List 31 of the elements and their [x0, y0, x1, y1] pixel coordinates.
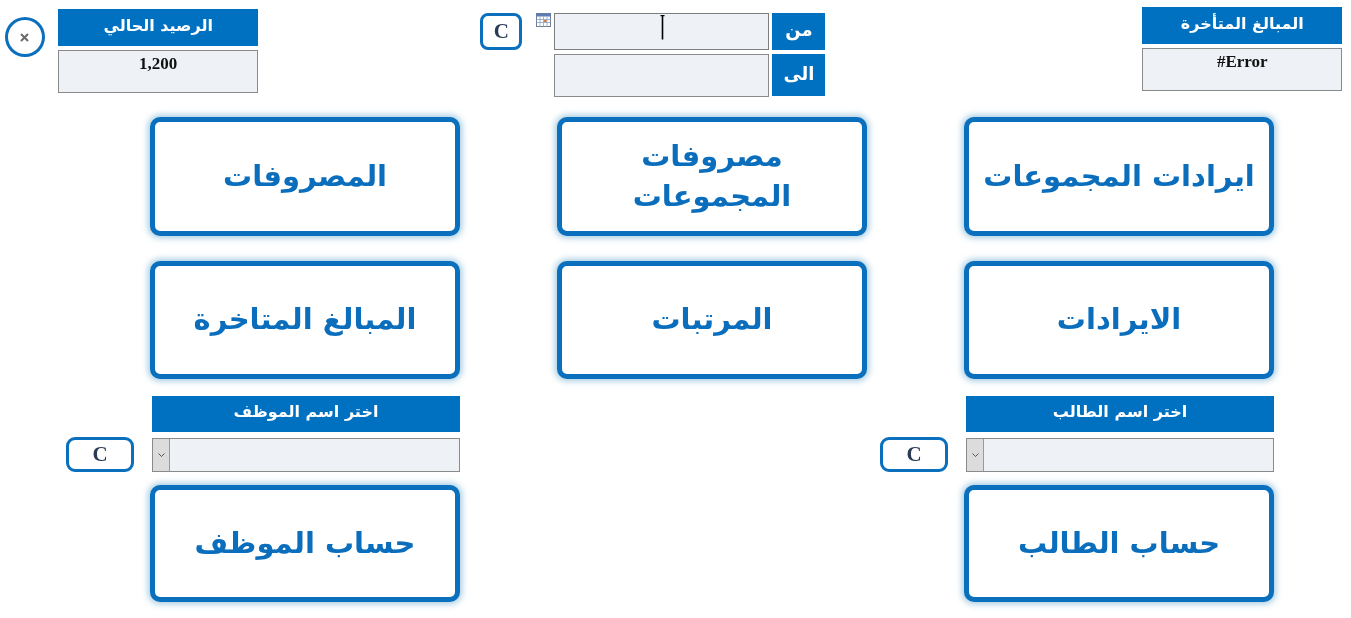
date-label: من — [772, 13, 826, 50]
caret-icon — [971, 453, 979, 457]
picker-label: اختر اسم الموظف — [152, 396, 460, 432]
account-button[interactable]: حساب الطالب — [964, 485, 1274, 602]
close-button[interactable] — [5, 17, 45, 57]
menu-button[interactable]: المرتبات — [557, 261, 867, 379]
calendar-icon — [536, 13, 552, 27]
dropdown-field[interactable] — [152, 438, 460, 472]
dropdown-arrow-button[interactable] — [967, 439, 984, 471]
balance-value: 1,200 — [57, 50, 259, 93]
menu-button[interactable]: المبالغ المتاخرة — [150, 261, 460, 379]
close-icon — [20, 32, 30, 42]
clear-button[interactable]: C — [880, 437, 948, 472]
clear-button[interactable]: C — [66, 437, 134, 472]
date-field[interactable] — [554, 13, 770, 50]
menu-button[interactable]: الايرادات — [964, 261, 1274, 379]
date-field[interactable] — [554, 54, 770, 97]
overdue-amount-label: المبالغ المتأخرة — [1142, 7, 1342, 44]
balance-label: الرصيد الحالي — [57, 9, 259, 46]
date-label: الى — [772, 54, 826, 96]
picker-label: اختر اسم الطالب — [966, 396, 1274, 432]
overdue-amount-value: #Error — [1142, 48, 1342, 91]
clear-button[interactable]: C — [480, 13, 523, 50]
menu-button[interactable]: مصروفات المجموعات — [557, 117, 867, 236]
dropdown-arrow-button[interactable] — [153, 439, 170, 471]
dropdown-field[interactable] — [966, 438, 1274, 472]
menu-button[interactable]: ايرادات المجموعات — [964, 117, 1274, 236]
text-cursor-icon — [660, 15, 666, 40]
caret-icon — [157, 453, 165, 457]
account-button[interactable]: حساب الموظف — [150, 485, 460, 602]
menu-button[interactable]: المصروفات — [150, 117, 460, 236]
